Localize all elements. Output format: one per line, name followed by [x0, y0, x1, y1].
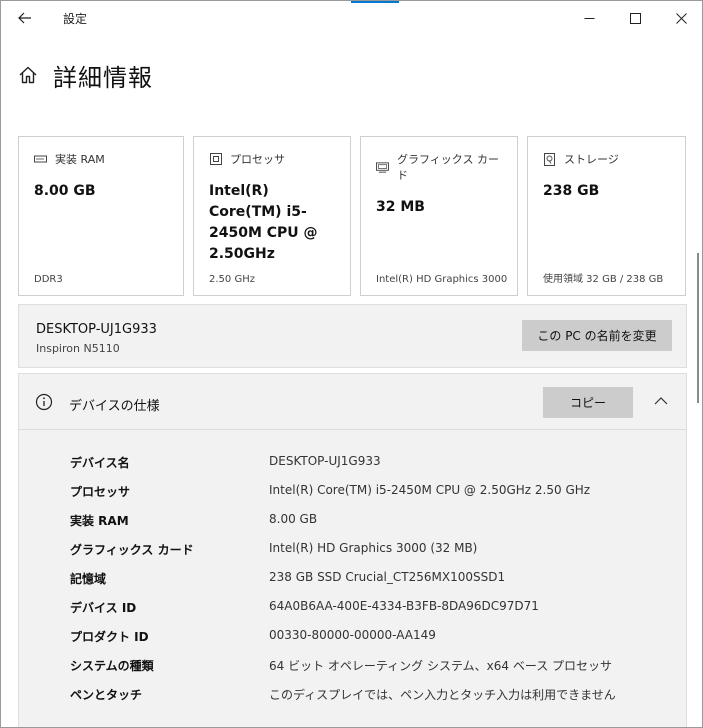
spec-value: DESKTOP-UJ1G933: [269, 454, 381, 468]
spec-value: Intel(R) HD Graphics 3000 (32 MB): [269, 541, 478, 555]
card-label: 実装 RAM: [55, 153, 105, 166]
pc-model: Inspiron N5110: [36, 342, 120, 355]
back-arrow-icon: [18, 12, 31, 24]
scrollbar[interactable]: [697, 253, 699, 403]
spec-row: システムの種類 64 ビット オペレーティング システム、x64 ベース プロセ…: [19, 653, 686, 682]
device-specs-title: デバイスの仕様: [69, 399, 160, 414]
card-footer: 2.50 GHz: [209, 274, 255, 285]
settings-window: 設定 詳細情報 実装 RAM 8.00 GB DDR3 プロセッサ Intel(…: [0, 0, 703, 728]
titlebar: 設定: [1, 1, 702, 35]
card-footer: 使用領域 32 GB / 238 GB: [543, 274, 664, 285]
card-value: Intel(R) Core(TM) i5-2450M CPU @ 2.50GHz: [209, 183, 318, 262]
spec-value: 8.00 GB: [269, 512, 318, 526]
card-label: プロセッサ: [230, 153, 285, 166]
minimize-button[interactable]: [566, 1, 612, 35]
device-specs-list: デバイス名 DESKTOP-UJ1G933 プロセッサ Intel(R) Cor…: [19, 450, 686, 711]
spec-row: プロセッサ Intel(R) Core(TM) i5-2450M CPU @ 2…: [19, 479, 686, 508]
card-value: 32 MB: [376, 199, 425, 215]
card-footer: Intel(R) HD Graphics 3000: [376, 274, 508, 285]
pc-name: DESKTOP-UJ1G933: [36, 322, 157, 337]
spec-label: システムの種類: [70, 659, 154, 673]
device-specs-panel: デバイスの仕様 コピー デバイス名 DESKTOP-UJ1G933 プロセッサ …: [18, 373, 687, 727]
pc-name-panel: DESKTOP-UJ1G933 Inspiron N5110 この PC の名前…: [18, 304, 687, 368]
storage-icon: [544, 152, 555, 166]
card-value: 8.00 GB: [34, 183, 96, 199]
graphics-card-icon: [376, 161, 389, 173]
card-label: ストレージ: [564, 153, 619, 166]
close-button[interactable]: [658, 1, 702, 35]
card-ram: 実装 RAM 8.00 GB DDR3: [18, 136, 184, 296]
page-title: 詳細情報: [53, 63, 153, 92]
spec-value: Intel(R) Core(TM) i5-2450M CPU @ 2.50GHz…: [269, 483, 591, 497]
spec-value: 64A0B6AA-400E-4334-B3FB-8DA96DC97D71: [269, 599, 539, 613]
spec-value: このディスプレイでは、ペン入力とタッチ入力は利用できません: [269, 688, 616, 702]
minimize-icon: [584, 17, 594, 19]
spec-value: 00330-80000-00000-AA149: [269, 628, 436, 642]
content-area: 実装 RAM 8.00 GB DDR3 プロセッサ Intel(R) Core(…: [1, 97, 701, 727]
spec-row: プロダクト ID 00330-80000-00000-AA149: [19, 624, 686, 653]
spec-row: グラフィックス カード Intel(R) HD Graphics 3000 (3…: [19, 537, 686, 566]
rename-pc-button[interactable]: この PC の名前を変更: [522, 320, 672, 351]
spec-value: 238 GB SSD Crucial_CT256MX100SSD1: [269, 570, 506, 584]
card-storage: ストレージ 238 GB 使用領域 32 GB / 238 GB: [527, 136, 686, 296]
home-icon: [19, 66, 37, 84]
chevron-up-icon[interactable]: [653, 393, 669, 409]
spec-value: 64 ビット オペレーティング システム、x64 ベース プロセッサ: [269, 659, 613, 673]
spec-label: 実装 RAM: [70, 514, 129, 528]
device-specs-header[interactable]: デバイスの仕様 コピー: [19, 374, 686, 430]
close-icon: [675, 12, 687, 24]
spec-row: 記憶域 238 GB SSD Crucial_CT256MX100SSD1: [19, 566, 686, 595]
copy-button[interactable]: コピー: [543, 387, 633, 418]
window-title: 設定: [63, 11, 88, 26]
spec-row: デバイス名 DESKTOP-UJ1G933: [19, 450, 686, 479]
spec-label: プロセッサ: [70, 485, 131, 499]
card-graphics: グラフィックス カード 32 MB Intel(R) HD Graphics 3…: [360, 136, 518, 296]
home-button[interactable]: [17, 64, 39, 86]
maximize-icon: [629, 12, 641, 24]
spec-row: ペンとタッチ このディスプレイでは、ペン入力とタッチ入力は利用できません: [19, 682, 686, 711]
spec-label: ペンとタッチ: [70, 688, 143, 702]
processor-icon: [209, 153, 222, 165]
summary-cards: 実装 RAM 8.00 GB DDR3 プロセッサ Intel(R) Core(…: [18, 136, 686, 296]
window-controls: [566, 1, 702, 35]
card-processor: プロセッサ Intel(R) Core(TM) i5-2450M CPU @ 2…: [193, 136, 351, 296]
card-value: 238 GB: [543, 183, 600, 199]
spec-row: 実装 RAM 8.00 GB: [19, 508, 686, 537]
page-header: 詳細情報: [1, 53, 701, 97]
spec-label: デバイス名: [70, 456, 130, 470]
back-button[interactable]: [1, 1, 49, 35]
spec-row: デバイス ID 64A0B6AA-400E-4334-B3FB-8DA96DC9…: [19, 595, 686, 624]
info-icon: [35, 393, 53, 411]
spec-label: グラフィックス カード: [70, 543, 194, 557]
spec-label: デバイス ID: [70, 601, 137, 615]
maximize-button[interactable]: [612, 1, 658, 35]
ram-icon: [34, 155, 47, 162]
card-footer: DDR3: [34, 274, 63, 285]
card-label: グラフィックス カード: [397, 153, 499, 182]
spec-label: プロダクト ID: [70, 630, 149, 644]
spec-label: 記憶域: [70, 572, 107, 586]
